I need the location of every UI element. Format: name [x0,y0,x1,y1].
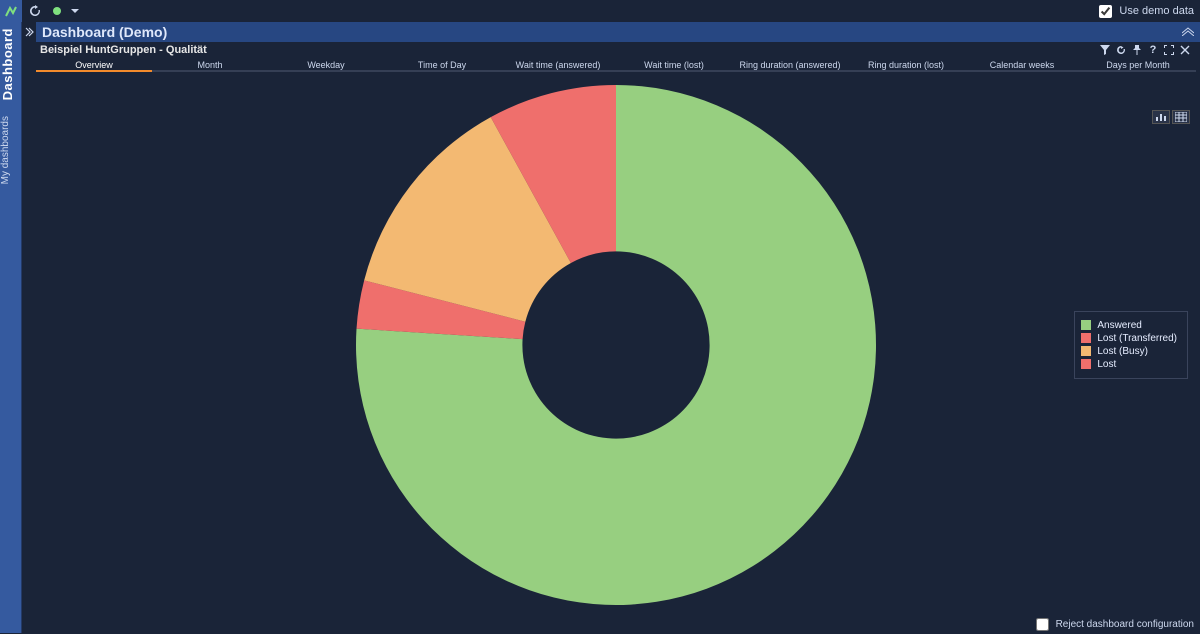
view-toggle-group [1152,110,1190,124]
tab-wait_answered[interactable]: Wait time (answered) [500,59,616,72]
legend-swatch-icon [1081,333,1091,343]
donut-chart [351,80,881,610]
use-demo-data-label: Use demo data [1119,5,1194,17]
use-demo-data-toggle[interactable]: Use demo data [1095,2,1194,21]
collapse-chevron-icon[interactable] [1182,26,1194,39]
chart-legend: Answered Lost (Transferred) Lost (Busy) Los… [1074,311,1188,379]
tab-month[interactable]: Month [152,59,268,72]
legend-item[interactable]: Answered [1081,320,1177,331]
dashboard-titlebar: Dashboard (Demo) [36,22,1200,42]
widget-filter-icon[interactable] [1098,43,1112,57]
legend-swatch-icon [1081,320,1091,330]
legend-label: Lost (Transferred) [1097,333,1177,344]
legend-label: Answered [1097,320,1141,331]
widget-close-icon[interactable] [1178,43,1192,57]
widget-pin-icon[interactable] [1130,43,1144,57]
use-demo-data-checkbox[interactable] [1099,5,1112,18]
reject-config-label: Reject dashboard configuration [1056,619,1194,630]
widget-refresh-icon[interactable] [1114,43,1128,57]
top-toolbar: Use demo data [22,0,1200,22]
footer-bar: Reject dashboard configuration [36,615,1200,633]
tab-time_of_day[interactable]: Time of Day [384,59,500,72]
dashboard-title: Dashboard (Demo) [42,24,167,40]
legend-swatch-icon [1081,359,1091,369]
sidebar-expand-icon[interactable] [22,22,36,42]
widget-fullscreen-icon[interactable] [1162,43,1176,57]
chart-view-toggle[interactable] [1152,110,1170,124]
legend-label: Lost [1097,359,1116,370]
legend-item[interactable]: Lost (Transferred) [1081,333,1177,344]
tab-overview[interactable]: Overview [36,59,152,72]
tab-weekday[interactable]: Weekday [268,59,384,72]
widget-help-icon[interactable]: ? [1146,43,1160,57]
side-rail: Dashboard My dashboards [0,0,22,633]
sidebar-subtab-my-dashboards[interactable]: My dashboards [0,112,11,188]
legend-item[interactable]: Lost (Busy) [1081,346,1177,357]
widget-title: Beispiel HuntGruppen - Qualität [40,44,207,56]
tab-ring_lost[interactable]: Ring duration (lost) [848,59,964,72]
dropdown-chevron-icon[interactable] [70,2,80,20]
tab-ring_answered[interactable]: Ring duration (answered) [732,59,848,72]
refresh-icon[interactable] [26,2,44,20]
reject-config-toggle[interactable]: Reject dashboard configuration [1032,615,1194,634]
sidebar-tab-dashboard[interactable]: Dashboard [0,22,15,106]
quality-widget: Beispiel HuntGruppen - Qualität ? Overvi… [36,42,1196,613]
legend-label: Lost (Busy) [1097,346,1148,357]
app-logo-icon [0,0,22,22]
legend-swatch-icon [1081,346,1091,356]
tab-cal_weeks[interactable]: Calendar weeks [964,59,1080,72]
tab-wait_lost[interactable]: Wait time (lost) [616,59,732,72]
status-dot-icon[interactable] [48,2,66,20]
chart-area: Answered Lost (Transferred) Lost (Busy) Los… [36,76,1196,613]
widget-tabs: OverviewMonthWeekdayTime of DayWait time… [36,58,1196,72]
table-view-toggle[interactable] [1172,110,1190,124]
reject-config-checkbox[interactable] [1036,618,1049,631]
widget-header: Beispiel HuntGruppen - Qualität ? [36,42,1196,58]
tab-days_per_month[interactable]: Days per Month [1080,59,1196,72]
legend-item[interactable]: Lost [1081,359,1177,370]
